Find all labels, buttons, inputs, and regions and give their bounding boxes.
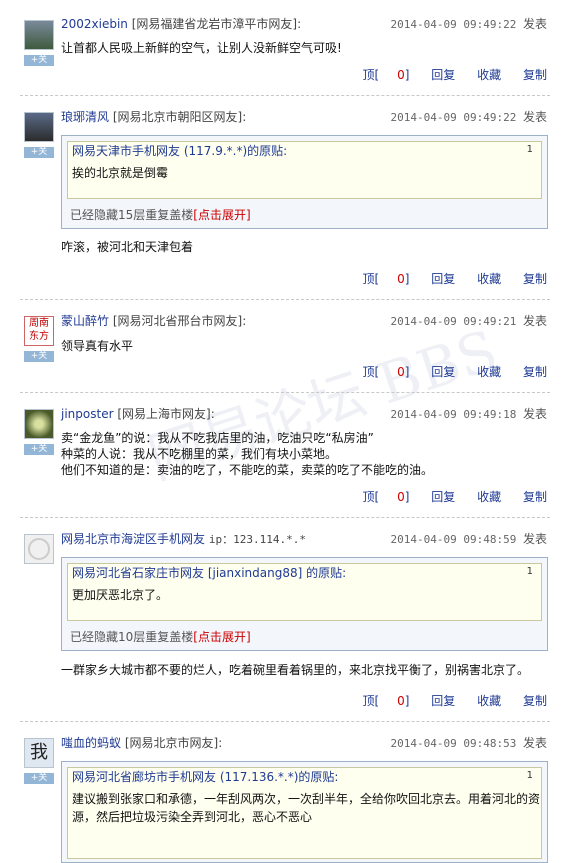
published-label: 发表 [522,314,547,328]
copy-button[interactable]: 复制 [523,694,547,708]
avatar [24,534,54,564]
quote-floor-number: 1 [526,144,533,155]
reply-button[interactable]: 回复 [431,272,455,286]
reply-button[interactable]: 回复 [431,68,455,82]
quote-header: 网易天津市手机网友 (117.9.*.*)的原贴: [72,144,288,158]
username[interactable]: 2002xiebin [61,17,128,31]
quote-block: 网易河北省石家庄市网友 [jianxindang88] 的原贴: 1 更加厌恶北… [61,557,548,651]
username[interactable]: 嗤血的蚂蚁 [61,736,121,750]
top-button[interactable]: 顶[0] [344,68,409,82]
timestamp: 2014-04-09 09:49:22 [390,18,517,31]
timestamp: 2014-04-09 09:48:59 [390,533,517,546]
top-button[interactable]: 顶[0] [344,490,409,504]
expand-link[interactable]: [点击展开] [193,208,250,222]
user-location: [网易上海市网友]: [117,407,215,421]
top-button[interactable]: 顶[0] [344,694,409,708]
quote-header: 网易河北省廊坊市手机网友 (117.136.*.*)的原贴: [72,770,339,784]
copy-button[interactable]: 复制 [523,490,547,504]
divider [20,517,550,518]
post-body: 咋滚，被河北和天津包着 [61,240,194,254]
username[interactable]: 网易北京市海淀区手机网友 [61,532,205,546]
follow-button[interactable]: +关 [24,147,54,158]
timestamp: 2014-04-09 09:49:18 [390,408,517,421]
copy-button[interactable]: 复制 [523,272,547,286]
top-button[interactable]: 顶[0] [344,272,409,286]
quote-floor-number: 1 [526,566,533,577]
quote-header: 网易河北省石家庄市网友 [jianxindang88] 的原贴: [72,566,347,580]
published-label: 发表 [522,532,547,546]
collect-button[interactable]: 收藏 [477,490,501,504]
post-body: 卖“金龙鱼”的说：我从不吃我店里的油，吃油只吃“私房油” 种菜的人说：我从不吃棚… [61,431,434,477]
post-body: 让首都人民吸上新鲜的空气，让别人没新鲜空气可吸! [61,41,342,55]
published-label: 发表 [522,736,547,750]
collect-button[interactable]: 收藏 [477,272,501,286]
follow-button[interactable]: +关 [24,55,54,66]
username[interactable]: 琅琊清风 [61,110,109,124]
reply-button[interactable]: 回复 [431,694,455,708]
divider [20,95,550,96]
quote-text: 建议搬到张家口和承德，一年刮风两次，一次刮半年，全给你吹回北京去。用着河北的资 … [72,792,541,824]
top-button[interactable]: 顶[0] [344,365,409,379]
published-label: 发表 [522,110,547,124]
published-label: 发表 [522,407,547,421]
reply-button[interactable]: 回复 [431,490,455,504]
copy-button[interactable]: 复制 [523,68,547,82]
follow-button[interactable]: +关 [24,444,54,455]
timestamp: 2014-04-09 09:49:21 [390,315,517,328]
follow-button[interactable]: +关 [24,773,54,784]
divider [20,299,550,300]
timestamp: 2014-04-09 09:49:22 [390,111,517,124]
post-body: 领导真有水平 [61,339,134,353]
divider [20,721,550,722]
hidden-floors-note: 已经隐藏10层重复盖楼[点击展开] [70,630,251,644]
username[interactable]: jinposter [61,407,114,421]
avatar: 我 [24,738,54,768]
follow-button[interactable]: +关 [24,351,54,362]
username[interactable]: 蒙山醉竹 [61,314,109,328]
collect-button[interactable]: 收藏 [477,68,501,82]
quote-block: 网易河北省廊坊市手机网友 (117.136.*.*)的原贴: 1 建议搬到张家口… [61,761,548,863]
collect-button[interactable]: 收藏 [477,694,501,708]
user-location: [网易福建省龙岩市漳平市网友]: [131,17,302,31]
quote-text: 更加厌恶北京了。 [72,588,169,602]
expand-link[interactable]: [点击展开] [193,630,250,644]
quote-text: 挨的北京就是倒霉 [72,166,169,180]
user-ip: ip：123.114.*.* [208,533,306,546]
copy-button[interactable]: 复制 [523,365,547,379]
avatar: 周南 东方 [24,316,54,346]
quote-floor-number: 1 [526,770,533,781]
collect-button[interactable]: 收藏 [477,365,501,379]
user-location: [网易河北省邢台市网友]: [112,314,247,328]
timestamp: 2014-04-09 09:48:53 [390,737,517,750]
user-location: [网易北京市网友]: [124,736,223,750]
avatar [24,409,54,439]
user-location: [网易北京市朝阳区网友]: [112,110,247,124]
published-label: 发表 [522,17,547,31]
quote-block: 网易天津市手机网友 (117.9.*.*)的原贴: 1 挨的北京就是倒霉 已经隐… [61,135,548,229]
hidden-floors-note: 已经隐藏15层重复盖楼[点击展开] [70,208,251,222]
divider [20,392,550,393]
avatar [24,112,54,142]
reply-button[interactable]: 回复 [431,365,455,379]
post-body: 一群家乡大城市都不要的烂人，吃着碗里看着锅里的，来北京找平衡了，别祸害北京了。 [61,663,530,677]
avatar [24,20,54,50]
